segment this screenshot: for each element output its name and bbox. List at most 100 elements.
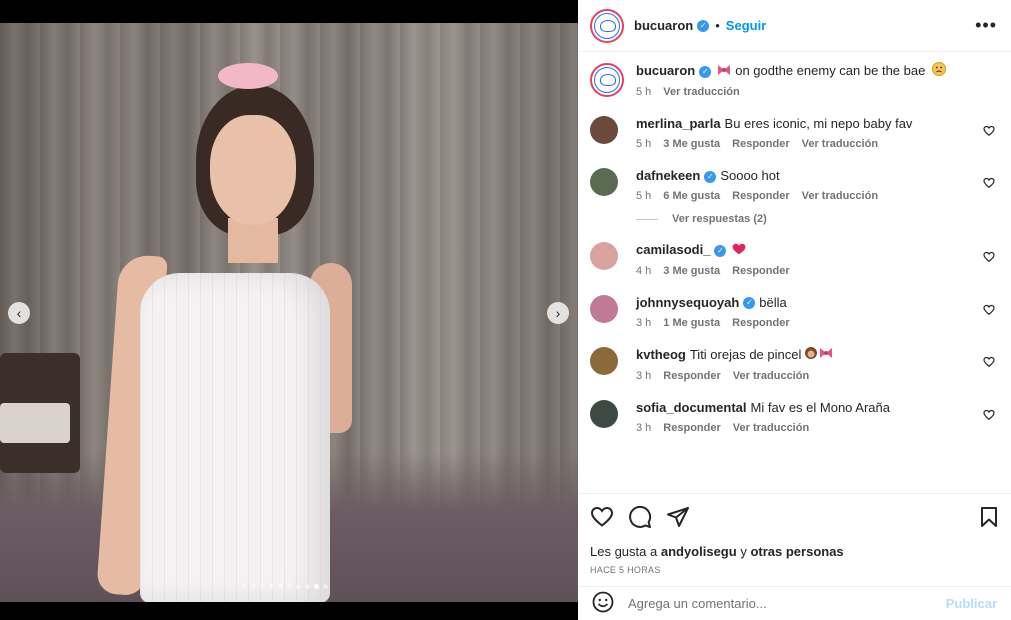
comment-likes-count[interactable]: 3 Me gusta (663, 138, 720, 150)
hair-bow (218, 63, 278, 89)
likes-prefix: Les gusta a (590, 544, 658, 559)
carousel-dot (269, 584, 274, 589)
share-paper-plane-icon[interactable] (666, 505, 690, 532)
caption-time: 5 h (636, 86, 652, 99)
commenter-avatar[interactable] (590, 242, 618, 271)
comment-time: 5 h (636, 190, 652, 203)
comment-meta: 5 h 3 Me gusta Responder Ver traducción (636, 138, 973, 150)
comments-list[interactable]: bucuaron ✓ on godthe enemy can be the bae … (578, 52, 1011, 492)
comment-username[interactable]: kvtheog (636, 347, 686, 362)
comment-text: Titi orejas de pincel (689, 346, 802, 362)
likes-user-link[interactable]: andyolisegu (661, 544, 737, 559)
add-comment-bar: Publicar (578, 586, 1011, 620)
post-photo (0, 23, 578, 602)
commenter-avatar[interactable] (590, 346, 618, 375)
comment-meta: 3 h 1 Me gusta Responder (636, 317, 973, 329)
heart-emoji-icon (732, 242, 746, 260)
emoji-picker-icon[interactable] (592, 591, 614, 616)
comment-like-heart-icon[interactable] (983, 409, 995, 421)
comment-time: 4 h (636, 264, 652, 277)
author-avatar[interactable] (590, 8, 624, 43)
view-replies-label: Ver respuestas (2) (672, 213, 767, 226)
caption-translate-link[interactable]: Ver traducción (663, 86, 739, 98)
author-username[interactable]: bucuaron (634, 18, 693, 33)
reply-button[interactable]: Responder (732, 265, 789, 277)
reply-button[interactable]: Responder (663, 370, 720, 382)
translate-link[interactable]: Ver traducción (733, 370, 809, 382)
comment-username[interactable]: camilasodi_ (636, 242, 710, 257)
caption-body: bucuaron ✓ on godthe enemy can be the bae … (636, 62, 997, 98)
carousel-dot (305, 584, 310, 589)
caption-meta: 5 h Ver traducción (636, 86, 973, 98)
comment-text: bëlla (759, 294, 787, 310)
comment-like-heart-icon[interactable] (983, 177, 995, 189)
comment-username[interactable]: sofia_documental (636, 400, 747, 415)
next-photo-button[interactable]: › (547, 302, 569, 324)
carousel-dot (251, 584, 256, 589)
comment-meta: 3 h Responder Ver traducción (636, 422, 973, 434)
reply-button[interactable]: Responder (732, 138, 789, 150)
carousel-dot (287, 584, 292, 589)
post-side-pane: bucuaron ✓ • Seguir ••• bucuaron ✓ on godt… (578, 0, 1011, 620)
caption-avatar[interactable] (590, 63, 624, 97)
comment-text: Mi fav es el Mono Araña (750, 399, 890, 415)
commenter-avatar[interactable] (590, 116, 618, 145)
reply-button[interactable]: Responder (663, 422, 720, 434)
comment-input[interactable] (628, 596, 946, 611)
view-replies-button[interactable]: Ver respuestas (2) (636, 213, 997, 225)
post-header: bucuaron ✓ • Seguir ••• (578, 0, 1011, 52)
comment-like-heart-icon[interactable] (983, 125, 995, 137)
caption-line: bucuaron ✓ on godthe enemy can be the bae (636, 62, 973, 81)
commenter-avatar[interactable] (590, 294, 618, 323)
comment-body: sofia_documental Mi fav es el Mono Araña 3… (636, 399, 997, 434)
comment-bubble-icon[interactable] (628, 505, 652, 532)
comment-likes-count[interactable]: 3 Me gusta (663, 265, 720, 277)
reply-button[interactable]: Responder (732, 317, 789, 329)
commenter-avatar[interactable] (590, 168, 618, 197)
avatar-logo-icon (594, 67, 620, 93)
comment-username[interactable]: dafnekeen (636, 168, 700, 183)
translate-link[interactable]: Ver traducción (802, 138, 878, 150)
frown-emoji-icon (931, 62, 946, 81)
likes-summary: Les gusta a andyolisegu y otras personas (590, 544, 999, 559)
like-heart-icon[interactable] (590, 505, 614, 532)
comment-like-heart-icon[interactable] (983, 304, 995, 316)
comment-row: merlina_parla Bu eres iconic, mi nepo bab… (590, 115, 997, 150)
avatar-logo-icon (594, 12, 620, 39)
caption-username[interactable]: bucuaron (636, 63, 695, 78)
white-dress (140, 273, 330, 602)
comment-line: camilasodi_ ✓ (636, 241, 973, 260)
replies-line (636, 218, 658, 220)
more-options-icon[interactable]: ••• (975, 15, 997, 36)
comment-likes-count[interactable]: 6 Me gusta (663, 190, 720, 202)
save-bookmark-icon[interactable] (979, 506, 999, 531)
previous-photo-button[interactable]: ‹ (8, 302, 30, 324)
comment-meta: 4 h 3 Me gusta Responder (636, 265, 973, 277)
action-icons (590, 505, 999, 532)
comment-row: sofia_documental Mi fav es el Mono Araña 3… (590, 399, 997, 434)
publish-button[interactable]: Publicar (946, 596, 997, 611)
carousel-dot (242, 584, 247, 589)
follow-button[interactable]: Seguir (726, 18, 766, 33)
comment-likes-count[interactable]: 1 Me gusta (663, 317, 720, 329)
likes-others-link[interactable]: otras personas (750, 544, 843, 559)
comment-like-heart-icon[interactable] (983, 251, 995, 263)
comment-text: Bu eres iconic, mi nepo baby fav (724, 116, 913, 132)
carousel-dots (242, 584, 328, 589)
comment-row: johnnysequoyah ✓ bëlla 3 h 1 Me gusta Respond… (590, 294, 997, 329)
comment-line: kvtheog Titi orejas de pincel (636, 346, 973, 365)
reply-button[interactable]: Responder (732, 190, 789, 202)
comment-username[interactable]: merlina_parla (636, 116, 721, 131)
post-actions: Les gusta a andyolisegu y otras personas… (578, 493, 1011, 575)
caption-text: on godthe enemy can be the bae (735, 63, 926, 78)
post-caption: bucuaron ✓ on godthe enemy can be the bae … (590, 62, 997, 98)
verified-badge-icon: ✓ (714, 244, 727, 257)
commenter-avatar[interactable] (590, 399, 618, 428)
translate-link[interactable]: Ver traducción (733, 422, 809, 434)
translate-link[interactable]: Ver traducción (802, 190, 878, 202)
comment-body: kvtheog Titi orejas de pincel 3 h Responder… (636, 346, 997, 382)
comment-time: 3 h (636, 369, 652, 382)
comment-username[interactable]: johnnysequoyah (636, 295, 739, 310)
comment-like-heart-icon[interactable] (983, 356, 995, 368)
carousel-dot (278, 584, 283, 589)
